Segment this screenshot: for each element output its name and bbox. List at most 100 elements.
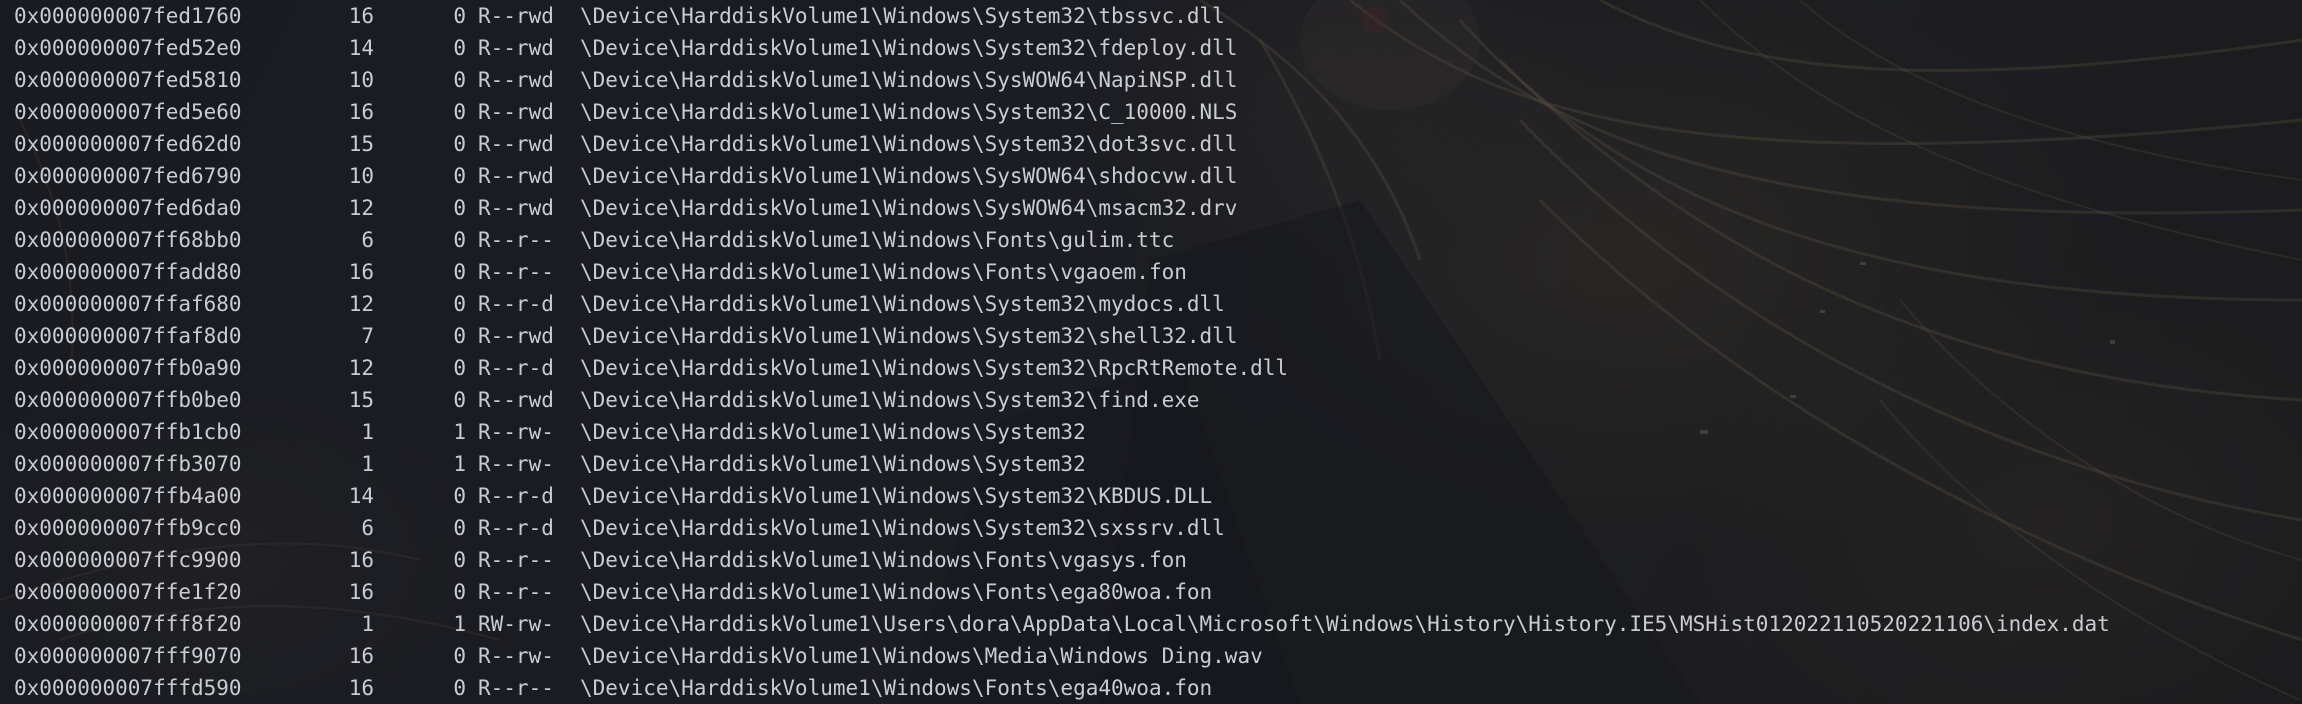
object-offset: 0x000000007ffb3070 [14, 452, 242, 476]
access-flags: R--r-d [478, 516, 554, 540]
output-line: 0x000000007ffb0a90 12 0 R--r-d \Device\Hardd… [14, 352, 2110, 384]
pointer-count: 15 [348, 132, 374, 156]
output-line: 0x000000007ffc9900 16 0 R--r-- \Device\Hardd… [14, 544, 2110, 576]
pointer-count: 1 [361, 420, 374, 444]
file-path: \Device\HarddiskVolume1\Windows\SysWOW64… [580, 68, 1238, 92]
access-flags: R--rwd [478, 4, 554, 28]
pointer-count: 16 [348, 548, 374, 572]
object-offset: 0x000000007fed5e60 [14, 100, 242, 124]
handle-count: 0 [453, 100, 466, 124]
handle-count: 0 [453, 484, 466, 508]
access-flags: R--r-- [478, 260, 554, 284]
access-flags: RW-rw- [478, 612, 554, 636]
access-flags: R--r-d [478, 356, 554, 380]
terminal-window[interactable]: 0x000000007fed1760 16 0 R--rwd \Device\Hardd… [0, 0, 2302, 704]
object-offset: 0x000000007fed6790 [14, 164, 242, 188]
access-flags: R--rwd [478, 324, 554, 348]
pointer-count: 7 [361, 324, 374, 348]
pointer-count: 10 [348, 164, 374, 188]
handle-count: 0 [453, 68, 466, 92]
object-offset: 0x000000007ffc9900 [14, 548, 242, 572]
output-line: 0x000000007fed6790 10 0 R--rwd \Device\Hardd… [14, 160, 2110, 192]
object-offset: 0x000000007fff9070 [14, 644, 242, 668]
file-path: \Device\HarddiskVolume1\Windows\System32… [580, 484, 1213, 508]
output-line: 0x000000007ffb3070 1 1 R--rw- \Device\Harddi… [14, 448, 2110, 480]
access-flags: R--rw- [478, 452, 554, 476]
access-flags: R--rw- [478, 420, 554, 444]
handle-count: 0 [453, 580, 466, 604]
output-line: 0x000000007fed52e0 14 0 R--rwd \Device\Hardd… [14, 32, 2110, 64]
output-line: 0x000000007ff68bb0 6 0 R--r-- \Device\Harddi… [14, 224, 2110, 256]
access-flags: R--r-- [478, 676, 554, 700]
file-path: \Device\HarddiskVolume1\Windows\Fonts\eg… [580, 580, 1213, 604]
access-flags: R--rwd [478, 196, 554, 220]
handle-count: 0 [453, 388, 466, 412]
object-offset: 0x000000007ffb1cb0 [14, 420, 242, 444]
file-path: \Device\HarddiskVolume1\Windows\Fonts\vg… [580, 260, 1187, 284]
object-offset: 0x000000007ff68bb0 [14, 228, 242, 252]
pointer-count: 16 [348, 100, 374, 124]
file-path: \Device\HarddiskVolume1\Windows\System32… [580, 100, 1238, 124]
access-flags: R--rwd [478, 36, 554, 60]
access-flags: R--r-- [478, 228, 554, 252]
pointer-count: 16 [348, 260, 374, 284]
handle-count: 0 [453, 260, 466, 284]
output-line: 0x000000007fff9070 16 0 R--rw- \Device\Hardd… [14, 640, 2110, 672]
file-path: \Device\HarddiskVolume1\Windows\System32… [580, 132, 1238, 156]
output-line: 0x000000007fed1760 16 0 R--rwd \Device\Hardd… [14, 0, 2110, 32]
handle-count: 0 [453, 132, 466, 156]
output-line: 0x000000007fff8f20 1 1 RW-rw- \Device\Harddi… [14, 608, 2110, 640]
access-flags: R--rwd [478, 132, 554, 156]
output-line: 0x000000007ffb1cb0 1 1 R--rw- \Device\Harddi… [14, 416, 2110, 448]
command-output: 0x000000007fed1760 16 0 R--rwd \Device\Hardd… [14, 0, 2110, 704]
output-line: 0x000000007fed6da0 12 0 R--rwd \Device\Hardd… [14, 192, 2110, 224]
object-offset: 0x000000007fffd590 [14, 676, 242, 700]
object-offset: 0x000000007ffadd80 [14, 260, 242, 284]
file-path: \Device\HarddiskVolume1\Windows\System32… [580, 356, 1289, 380]
file-path: \Device\HarddiskVolume1\Windows\System32… [580, 4, 1225, 28]
access-flags: R--r-- [478, 580, 554, 604]
object-offset: 0x000000007ffaf680 [14, 292, 242, 316]
handle-count: 0 [453, 548, 466, 572]
handle-count: 0 [453, 292, 466, 316]
file-path: \Device\HarddiskVolume1\Windows\System32 [580, 420, 1086, 444]
object-offset: 0x000000007ffb0be0 [14, 388, 242, 412]
file-path: \Device\HarddiskVolume1\Windows\Fonts\vg… [580, 548, 1187, 572]
access-flags: R--rwd [478, 68, 554, 92]
handle-count: 0 [453, 228, 466, 252]
output-line: 0x000000007ffe1f20 16 0 R--r-- \Device\Hardd… [14, 576, 2110, 608]
access-flags: R--r-d [478, 484, 554, 508]
access-flags: R--rwd [478, 100, 554, 124]
handle-count: 0 [453, 356, 466, 380]
file-path: \Device\HarddiskVolume1\Windows\System32… [580, 324, 1238, 348]
file-path: \Device\HarddiskVolume1\Windows\Fonts\gu… [580, 228, 1175, 252]
access-flags: R--r-- [478, 548, 554, 572]
pointer-count: 16 [348, 580, 374, 604]
object-offset: 0x000000007fed1760 [14, 4, 242, 28]
handle-count: 0 [453, 36, 466, 60]
handle-count: 1 [453, 452, 466, 476]
file-path: \Device\HarddiskVolume1\Windows\Fonts\eg… [580, 676, 1213, 700]
output-line: 0x000000007ffb0be0 15 0 R--rwd \Device\Hardd… [14, 384, 2110, 416]
file-path: \Device\HarddiskVolume1\Windows\System32… [580, 516, 1225, 540]
output-line: 0x000000007ffb9cc0 6 0 R--r-d \Device\Harddi… [14, 512, 2110, 544]
output-line: 0x000000007fffd590 16 0 R--r-- \Device\Hardd… [14, 672, 2110, 704]
object-offset: 0x000000007fff8f20 [14, 612, 242, 636]
object-offset: 0x000000007fed62d0 [14, 132, 242, 156]
access-flags: R--rwd [478, 388, 554, 412]
file-path: \Device\HarddiskVolume1\Windows\System32… [580, 292, 1225, 316]
output-line: 0x000000007fed62d0 15 0 R--rwd \Device\Hardd… [14, 128, 2110, 160]
pointer-count: 14 [348, 36, 374, 60]
object-offset: 0x000000007fed6da0 [14, 196, 242, 220]
file-path: \Device\HarddiskVolume1\Windows\Media\Wi… [580, 644, 1263, 668]
handle-count: 0 [453, 676, 466, 700]
file-path: \Device\HarddiskVolume1\Users\dora\AppDa… [580, 612, 2110, 636]
object-offset: 0x000000007ffe1f20 [14, 580, 242, 604]
handle-count: 0 [453, 196, 466, 220]
handle-count: 0 [453, 324, 466, 348]
access-flags: R--r-d [478, 292, 554, 316]
output-line: 0x000000007fed5810 10 0 R--rwd \Device\Hardd… [14, 64, 2110, 96]
pointer-count: 6 [361, 516, 374, 540]
object-offset: 0x000000007ffb0a90 [14, 356, 242, 380]
pointer-count: 16 [348, 4, 374, 28]
